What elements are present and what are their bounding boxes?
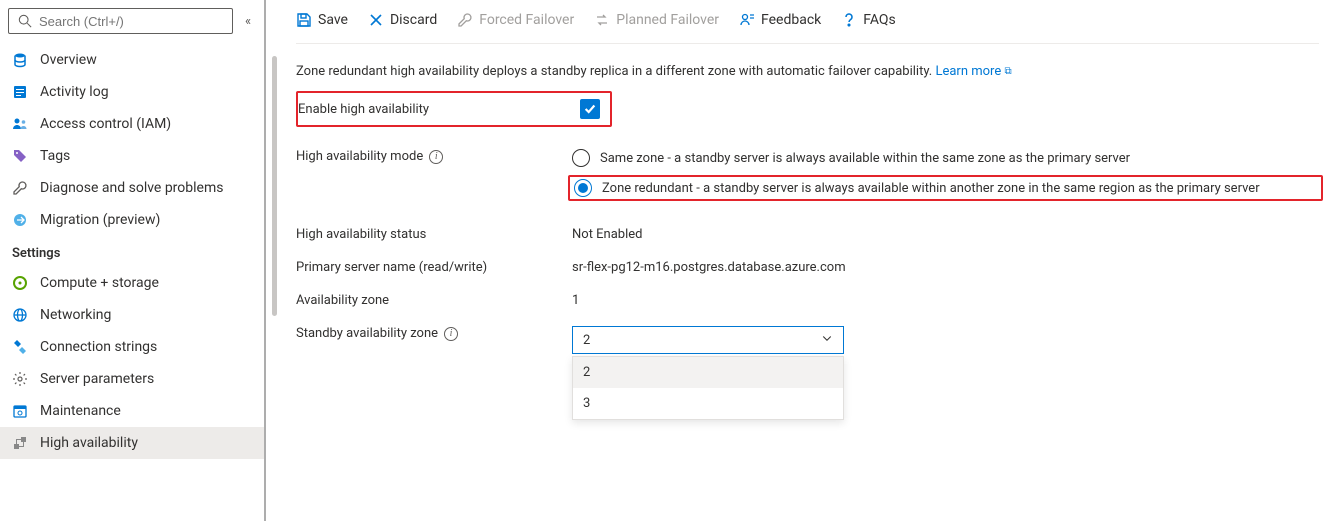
sidebar-item-migration[interactable]: Migration (preview) xyxy=(0,204,265,236)
nav-label: Access control (IAM) xyxy=(40,116,171,132)
sidebar-item-activity-log[interactable]: Activity log xyxy=(0,76,265,108)
sidebar-item-networking[interactable]: Networking xyxy=(0,299,265,331)
discard-icon xyxy=(368,12,384,28)
ha-mode-label: High availability mode i xyxy=(296,149,572,164)
ha-mode-same-zone[interactable]: Same zone - a standby server is always a… xyxy=(572,149,1319,167)
sidebar: « Overview Activity log Access control (… xyxy=(0,0,266,521)
toolbar-label: Forced Failover xyxy=(479,12,574,28)
save-icon xyxy=(296,12,312,28)
search-icon xyxy=(17,13,33,29)
primary-server-label: Primary server name (read/write) xyxy=(296,260,572,275)
nav-label: Compute + storage xyxy=(40,275,159,291)
standby-zone-dropdown: 2 3 xyxy=(572,356,844,420)
search-input[interactable] xyxy=(39,14,224,29)
sidebar-collapse-button[interactable]: « xyxy=(239,14,257,29)
ha-mode-radio-group: Same zone - a standby server is always a… xyxy=(572,149,1319,199)
chevron-down-icon xyxy=(821,332,833,348)
save-button[interactable]: Save xyxy=(296,12,348,28)
sidebar-item-access-control[interactable]: Access control (IAM) xyxy=(0,108,265,140)
radio-label: Zone redundant - a standby server is alw… xyxy=(602,181,1260,196)
nav-label: Migration (preview) xyxy=(40,212,160,228)
storage-icon xyxy=(12,275,28,291)
sidebar-item-connection-strings[interactable]: Connection strings xyxy=(0,331,265,363)
enable-ha-checkbox[interactable] xyxy=(580,99,600,119)
standby-zone-select[interactable]: 2 xyxy=(572,326,844,354)
nav-label: High availability xyxy=(40,435,138,451)
sidebar-item-high-availability[interactable]: High availability xyxy=(0,427,265,459)
radio-label: Same zone - a standby server is always a… xyxy=(600,151,1130,166)
planned-failover-icon xyxy=(594,12,610,28)
gear-icon xyxy=(12,371,28,387)
ha-status-value: Not Enabled xyxy=(572,227,643,242)
wrench-icon xyxy=(12,180,28,196)
main-content: Save Discard Forced Failover Planned Fai… xyxy=(264,0,1339,521)
high-availability-icon xyxy=(12,435,28,451)
standby-zone-label: Standby availability zone i xyxy=(296,326,572,341)
connection-icon xyxy=(12,339,28,355)
nav-label: Server parameters xyxy=(40,371,154,387)
radio-selected-icon[interactable] xyxy=(574,179,592,197)
sidebar-search[interactable] xyxy=(8,8,233,34)
migration-icon xyxy=(12,212,28,228)
dropdown-option-2[interactable]: 2 xyxy=(573,357,843,388)
discard-button[interactable]: Discard xyxy=(368,12,437,28)
nav-label: Maintenance xyxy=(40,403,121,419)
planned-failover-button: Planned Failover xyxy=(594,12,719,28)
select-value: 2 xyxy=(583,333,590,348)
description-text: Zone redundant high availability deploys… xyxy=(296,64,1319,79)
ha-status-label: High availability status xyxy=(296,227,572,242)
primary-server-value: sr-flex-pg12-m16.postgres.database.azure… xyxy=(572,260,846,275)
toolbar-label: Planned Failover xyxy=(616,12,719,28)
sidebar-item-tags[interactable]: Tags xyxy=(0,140,265,172)
toolbar-label: Discard xyxy=(390,12,437,28)
tag-icon xyxy=(12,148,28,164)
sidebar-item-overview[interactable]: Overview xyxy=(0,44,265,76)
nav-label: Diagnose and solve problems xyxy=(40,180,223,196)
toolbar-label: FAQs xyxy=(863,12,896,28)
sidebar-item-maintenance[interactable]: Maintenance xyxy=(0,395,265,427)
toolbar-label: Save xyxy=(318,12,348,28)
nav-label: Networking xyxy=(40,307,111,323)
info-icon[interactable]: i xyxy=(429,150,443,164)
nav-label: Activity log xyxy=(40,84,109,100)
info-icon[interactable]: i xyxy=(444,327,458,341)
feedback-button[interactable]: Feedback xyxy=(739,12,821,28)
learn-more-link[interactable]: Learn more ⧉ xyxy=(935,64,1011,79)
ha-mode-zone-redundant[interactable]: Zone redundant - a standby server is alw… xyxy=(568,175,1323,201)
sidebar-item-diagnose[interactable]: Diagnose and solve problems xyxy=(0,172,265,204)
sidebar-item-compute-storage[interactable]: Compute + storage xyxy=(0,267,265,299)
activity-log-icon xyxy=(12,84,28,100)
networking-icon xyxy=(12,307,28,323)
availability-zone-value: 1 xyxy=(572,293,579,308)
maintenance-icon xyxy=(12,403,28,419)
settings-group-label: Settings xyxy=(0,236,265,267)
toolbar-label: Feedback xyxy=(761,12,821,28)
enable-high-availability-row: Enable high availability xyxy=(296,91,612,127)
forced-failover-icon xyxy=(457,12,473,28)
radio-unselected-icon[interactable] xyxy=(572,149,590,167)
nav-label: Overview xyxy=(40,52,97,68)
availability-zone-label: Availability zone xyxy=(296,293,572,308)
forced-failover-button: Forced Failover xyxy=(457,12,574,28)
access-control-icon xyxy=(12,116,28,132)
dropdown-option-3[interactable]: 3 xyxy=(573,388,843,419)
help-icon xyxy=(841,12,857,28)
feedback-icon xyxy=(739,12,755,28)
nav-label: Connection strings xyxy=(40,339,157,355)
sidebar-item-server-parameters[interactable]: Server parameters xyxy=(0,363,265,395)
database-icon xyxy=(12,52,28,68)
external-link-icon: ⧉ xyxy=(1004,66,1011,77)
toolbar: Save Discard Forced Failover Planned Fai… xyxy=(296,0,1319,44)
faqs-button[interactable]: FAQs xyxy=(841,12,896,28)
enable-ha-label: Enable high availability xyxy=(298,102,429,117)
nav-label: Tags xyxy=(40,148,70,164)
